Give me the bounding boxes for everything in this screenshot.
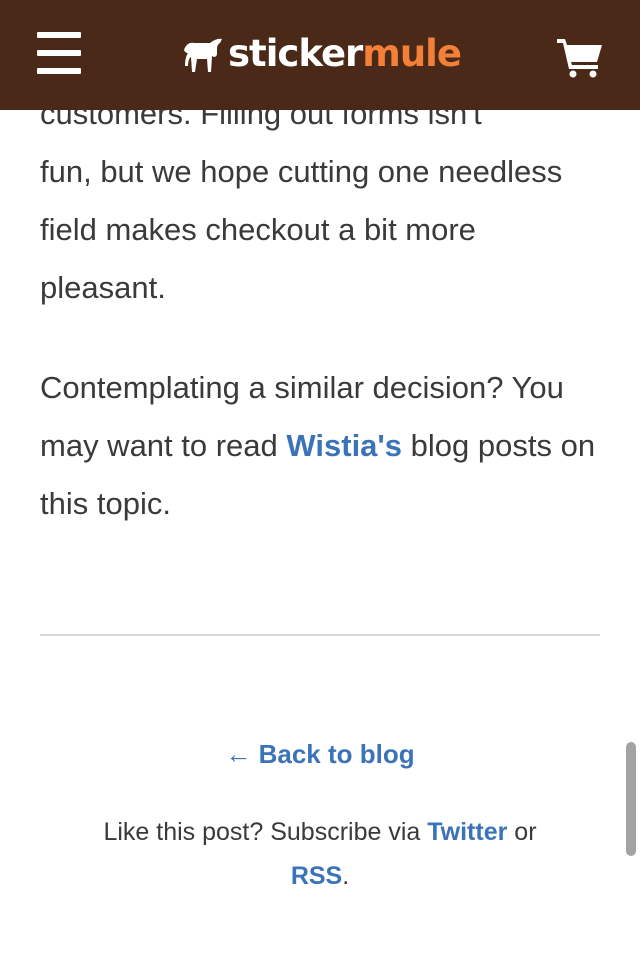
subscribe-prefix: Like this post? Subscribe via: [103, 818, 428, 846]
sticker-mule-logo[interactable]: stickermule: [180, 26, 462, 82]
divider: [40, 634, 600, 636]
twitter-link[interactable]: Twitter: [427, 818, 507, 846]
subscribe-text: Like this post? Subscribe via Twitter or…: [60, 810, 580, 898]
subscribe-or: or: [507, 818, 537, 846]
mule-logo-icon: [184, 38, 222, 72]
shopping-cart-icon[interactable]: [556, 36, 604, 78]
wistia-link[interactable]: Wistia's: [286, 428, 402, 463]
vertical-scrollbar[interactable]: [626, 742, 636, 856]
logo-wordmark: stickermule: [228, 26, 462, 82]
rss-link[interactable]: RSS: [291, 862, 342, 890]
logo-text-mule: mule: [362, 32, 462, 75]
back-to-blog-link[interactable]: ← Back to blog: [0, 732, 640, 776]
top-nav-bar: stickermule: [0, 0, 640, 110]
article-paragraph-1: fun, but we hope cutting one needless fi…: [40, 154, 563, 305]
article-paragraph-2: Contemplating a similar decision? You ma…: [40, 359, 600, 533]
page: customers. Filling out forms isn't fun, …: [0, 0, 640, 959]
logo-text-sticker: sticker: [228, 32, 363, 75]
subscribe-period: .: [342, 862, 350, 890]
hamburger-menu-icon[interactable]: [37, 32, 81, 74]
